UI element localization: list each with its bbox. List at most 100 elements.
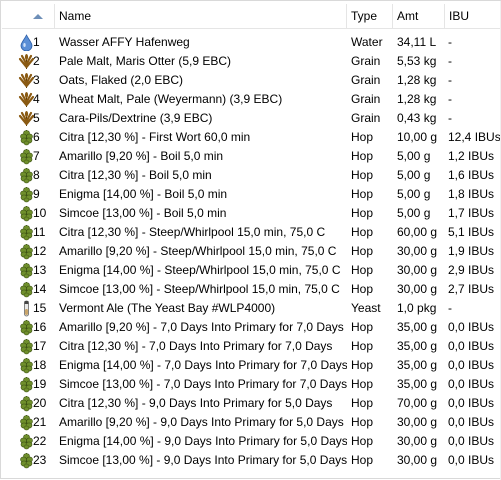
ingredient-name: Simcoe [13,00 %] - 9,0 Days Into Primary… (59, 453, 347, 467)
table-row[interactable]: 22 Enigma [14,00 %] - 9,0 Days Into Prima… (2, 432, 500, 451)
ingredient-type: Grain (351, 54, 381, 68)
table-row[interactable]: 4 Wheat Malt, Pale (Weyermann) (3,9 EBC) G… (2, 90, 500, 109)
column-header-sort[interactable] (2, 4, 55, 28)
ingredient-name: Pale Malt, Maris Otter (5,9 EBC) (59, 54, 232, 68)
ingredient-amount: 30,00 g (397, 244, 438, 258)
table-row[interactable]: 13 Enigma [14,00 %] - Steep/Whirlpool 15,… (2, 261, 500, 280)
table-row[interactable]: 20 Citra [12,30 %] - 9,0 Days Into Primar… (2, 394, 500, 413)
ingredient-ibu: - (448, 54, 452, 68)
ingredient-ibu: - (448, 73, 452, 87)
ingredient-name: Oats, Flaked (2,0 EBC) (59, 73, 184, 87)
table-row[interactable]: 18 Enigma [14,00 %] - 7,0 Days Into Prima… (2, 356, 500, 375)
ingredient-name: Amarillo [9,20 %] - Boil 5,0 min (59, 149, 224, 163)
ingredient-name: Enigma [14,00 %] - Steep/Whirlpool 15,0 … (59, 263, 341, 277)
ingredient-ibu: - (448, 35, 452, 49)
ingredient-type: Hop (351, 130, 374, 144)
table-row[interactable]: 6 Citra [12,30 %] - First Wort 60,0 min Ho… (2, 128, 500, 147)
ingredient-amount: 30,00 g (397, 282, 438, 296)
ingredient-ibu: 5,1 IBUs (448, 225, 495, 239)
ingredient-ibu: 0,0 IBUs (448, 339, 495, 353)
list-header: Name Type Amt IBU (2, 4, 500, 29)
table-row[interactable]: 15 Vermont Ale (The Yeast Bay #WLP4000) Ye… (2, 299, 500, 318)
ingredient-ibu: 0,0 IBUs (448, 453, 495, 467)
column-header-amt[interactable]: Amt (393, 4, 445, 28)
row-number: 22 (33, 434, 47, 448)
ingredient-amount: 10,00 g (397, 130, 438, 144)
ingredient-name: Amarillo [9,20 %] - Steep/Whirlpool 15,0… (59, 244, 337, 258)
row-number: 8 (33, 168, 40, 182)
ingredient-amount: 5,00 g (397, 168, 431, 182)
ingredient-amount: 30,00 g (397, 434, 438, 448)
row-number: 7 (33, 149, 40, 163)
ingredient-name: Simcoe [13,00 %] - Boil 5,0 min (59, 206, 227, 220)
table-row[interactable]: 17 Citra [12,30 %] - 7,0 Days Into Primar… (2, 337, 500, 356)
row-number: 23 (33, 453, 47, 467)
ingredient-type: Hop (351, 206, 374, 220)
ingredient-ibu: 1,7 IBUs (448, 206, 495, 220)
ingredient-name: Simcoe [13,00 %] - Steep/Whirlpool 15,0 … (59, 282, 340, 296)
ingredient-amount: 70,00 g (397, 396, 438, 410)
table-row[interactable]: 1 Wasser AFFY Hafenweg Water 34,11 L- (2, 33, 500, 52)
table-row[interactable]: 16 Amarillo [9,20 %] - 7,0 Days Into Prim… (2, 318, 500, 337)
row-number: 4 (33, 92, 40, 106)
ingredient-name: Simcoe [13,00 %] - 7,0 Days Into Primary… (59, 377, 347, 391)
row-number: 1 (33, 35, 40, 49)
ingredient-amount: 0,43 kg (397, 111, 437, 125)
ingredient-type: Hop (351, 396, 374, 410)
table-row[interactable]: 8 Citra [12,30 %] - Boil 5,0 min Hop 5,00 g… (2, 166, 500, 185)
table-row[interactable]: 23 Simcoe [13,00 %] - 9,0 Days Into Prima… (2, 451, 500, 470)
ingredient-name: Amarillo [9,20 %] - 9,0 Days Into Primar… (59, 415, 344, 429)
ingredient-ibu: 1,2 IBUs (448, 149, 495, 163)
ingredient-ibu: 2,9 IBUs (448, 263, 495, 277)
ingredient-ibu: 1,6 IBUs (448, 168, 495, 182)
ingredient-name: Enigma [14,00 %] - Boil 5,0 min (59, 187, 228, 201)
table-row[interactable]: 14 Simcoe [13,00 %] - Steep/Whirlpool 15,… (2, 280, 500, 299)
ingredient-type: Hop (351, 339, 374, 353)
row-number: 15 (33, 301, 47, 315)
row-number: 13 (33, 263, 47, 277)
table-row[interactable]: 9 Enigma [14,00 %] - Boil 5,0 min Hop 5,00 … (2, 185, 500, 204)
ingredient-name: Citra [12,30 %] - Steep/Whirlpool 15,0 m… (59, 225, 326, 239)
table-row[interactable]: 21 Amarillo [9,20 %] - 9,0 Days Into Prim… (2, 413, 500, 432)
row-number: 10 (33, 206, 47, 220)
ingredient-amount: 35,00 g (397, 320, 438, 334)
row-number: 20 (33, 396, 47, 410)
ingredient-amount: 1,28 kg (397, 92, 437, 106)
ingredient-amount: 35,00 g (397, 358, 438, 372)
ingredient-list-view: Name Type Amt IBU 1 Wasser AFFY Hafenweg W… (0, 0, 501, 480)
table-row[interactable]: 3 Oats, Flaked (2,0 EBC) Grain 1,28 kg - (2, 71, 500, 90)
row-number: 6 (33, 130, 40, 144)
ingredient-type: Hop (351, 168, 374, 182)
row-number: 12 (33, 244, 47, 258)
ingredient-ibu: 0,0 IBUs (448, 320, 495, 334)
ingredient-ibu: 0,0 IBUs (448, 377, 495, 391)
row-number: 14 (33, 282, 47, 296)
ingredient-type: Hop (351, 149, 374, 163)
row-number: 5 (33, 111, 40, 125)
table-row[interactable]: 11 Citra [12,30 %] - Steep/Whirlpool 15,0… (2, 223, 500, 242)
ingredient-name: Vermont Ale (The Yeast Bay #WLP4000) (59, 301, 276, 315)
ingredient-amount: 5,00 g (397, 187, 431, 201)
ingredient-type: Hop (351, 415, 374, 429)
table-row[interactable]: 12 Amarillo [9,20 %] - Steep/Whirlpool 15… (2, 242, 500, 261)
column-header-type[interactable]: Type (347, 4, 393, 28)
row-number: 21 (33, 415, 47, 429)
ingredient-amount: 60,00 g (397, 225, 438, 239)
column-header-name[interactable]: Name (55, 4, 347, 28)
row-number: 18 (33, 358, 47, 372)
ingredient-type: Water (351, 35, 383, 49)
column-header-ibu[interactable]: IBU (445, 4, 500, 28)
ingredient-type: Hop (351, 225, 374, 239)
ingredient-type: Hop (351, 453, 374, 467)
ingredient-ibu: 0,0 IBUs (448, 358, 495, 372)
table-row[interactable]: 2 Pale Malt, Maris Otter (5,9 EBC) Grain 5,… (2, 52, 500, 71)
table-row[interactable]: 7 Amarillo [9,20 %] - Boil 5,0 min Hop 5,00… (2, 147, 500, 166)
ingredient-amount: 30,00 g (397, 453, 438, 467)
ingredient-ibu: 1,9 IBUs (448, 244, 495, 258)
ingredient-type: Hop (351, 358, 374, 372)
table-row[interactable]: 19 Simcoe [13,00 %] - 7,0 Days Into Prima… (2, 375, 500, 394)
ingredient-ibu: 1,8 IBUs (448, 187, 495, 201)
table-row[interactable]: 5 Cara-Pils/Dextrine (3,9 EBC) Grain 0,43 k… (2, 109, 500, 128)
table-row[interactable]: 10 Simcoe [13,00 %] - Boil 5,0 min Hop 5,00… (2, 204, 500, 223)
row-number: 11 (33, 225, 46, 239)
